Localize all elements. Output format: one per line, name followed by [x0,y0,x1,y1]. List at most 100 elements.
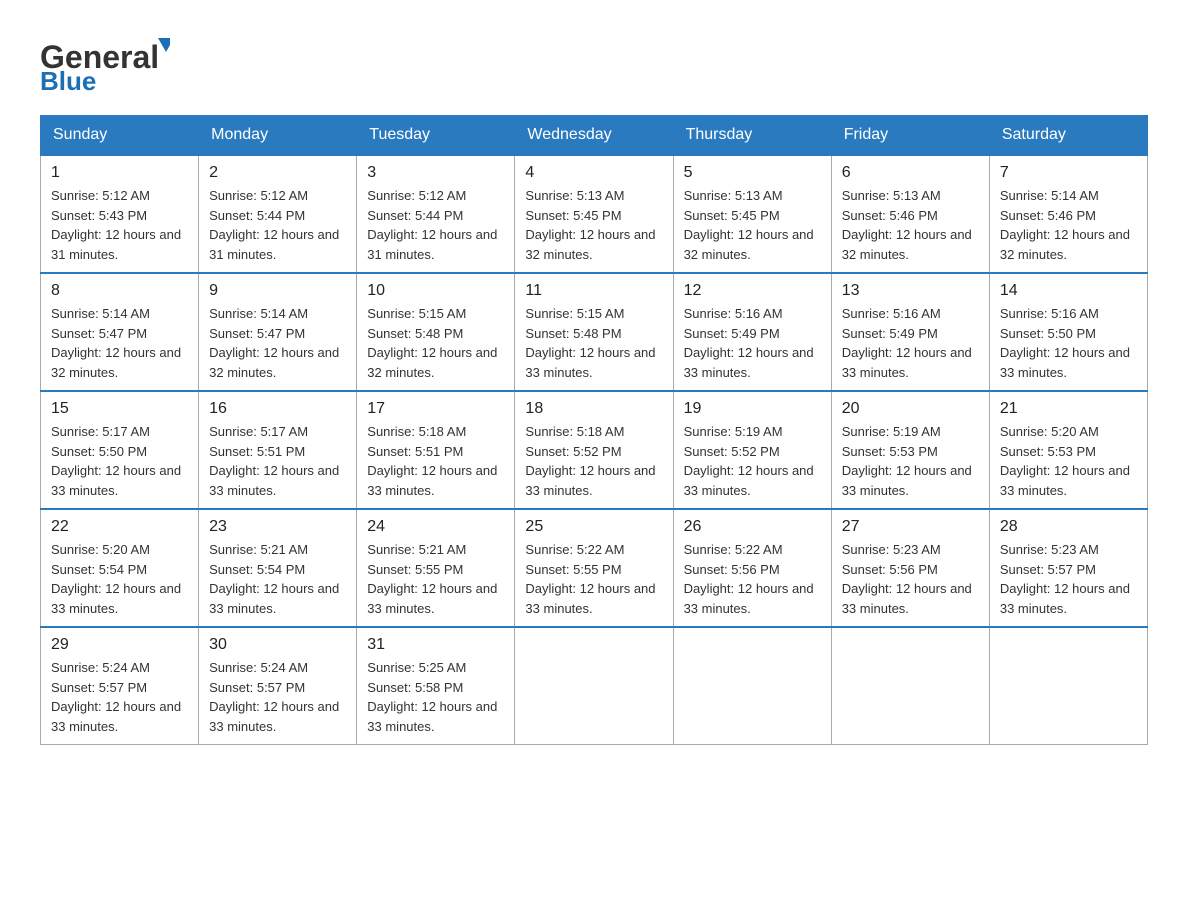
day-number: 9 [209,282,346,300]
logo-svg: General Blue [40,30,170,95]
calendar-day-cell: 17 Sunrise: 5:18 AM Sunset: 5:51 PM Dayl… [357,391,515,509]
day-of-week-friday: Friday [831,116,989,156]
day-number: 4 [525,164,662,182]
calendar-day-cell: 23 Sunrise: 5:21 AM Sunset: 5:54 PM Dayl… [199,509,357,627]
calendar-day-cell [515,627,673,745]
day-info: Sunrise: 5:16 AM Sunset: 5:50 PM Dayligh… [1000,304,1137,382]
day-info: Sunrise: 5:17 AM Sunset: 5:51 PM Dayligh… [209,422,346,500]
calendar-week-row: 29 Sunrise: 5:24 AM Sunset: 5:57 PM Dayl… [41,627,1148,745]
day-number: 28 [1000,518,1137,536]
day-info: Sunrise: 5:24 AM Sunset: 5:57 PM Dayligh… [209,658,346,736]
day-info: Sunrise: 5:20 AM Sunset: 5:54 PM Dayligh… [51,540,188,618]
day-number: 7 [1000,164,1137,182]
calendar-day-cell: 10 Sunrise: 5:15 AM Sunset: 5:48 PM Dayl… [357,273,515,391]
day-number: 10 [367,282,504,300]
calendar-day-cell: 1 Sunrise: 5:12 AM Sunset: 5:43 PM Dayli… [41,155,199,273]
day-number: 6 [842,164,979,182]
calendar-day-cell: 4 Sunrise: 5:13 AM Sunset: 5:45 PM Dayli… [515,155,673,273]
day-info: Sunrise: 5:23 AM Sunset: 5:56 PM Dayligh… [842,540,979,618]
day-info: Sunrise: 5:22 AM Sunset: 5:55 PM Dayligh… [525,540,662,618]
day-info: Sunrise: 5:13 AM Sunset: 5:45 PM Dayligh… [684,186,821,264]
calendar-week-row: 1 Sunrise: 5:12 AM Sunset: 5:43 PM Dayli… [41,155,1148,273]
day-info: Sunrise: 5:12 AM Sunset: 5:44 PM Dayligh… [367,186,504,264]
day-info: Sunrise: 5:14 AM Sunset: 5:46 PM Dayligh… [1000,186,1137,264]
calendar-day-cell: 31 Sunrise: 5:25 AM Sunset: 5:58 PM Dayl… [357,627,515,745]
day-info: Sunrise: 5:21 AM Sunset: 5:55 PM Dayligh… [367,540,504,618]
day-number: 14 [1000,282,1137,300]
day-info: Sunrise: 5:16 AM Sunset: 5:49 PM Dayligh… [684,304,821,382]
day-of-week-saturday: Saturday [989,116,1147,156]
svg-text:Blue: Blue [40,66,96,95]
day-number: 29 [51,636,188,654]
day-info: Sunrise: 5:15 AM Sunset: 5:48 PM Dayligh… [367,304,504,382]
day-info: Sunrise: 5:15 AM Sunset: 5:48 PM Dayligh… [525,304,662,382]
calendar-day-cell: 3 Sunrise: 5:12 AM Sunset: 5:44 PM Dayli… [357,155,515,273]
day-info: Sunrise: 5:19 AM Sunset: 5:53 PM Dayligh… [842,422,979,500]
day-number: 11 [525,282,662,300]
calendar-day-cell: 28 Sunrise: 5:23 AM Sunset: 5:57 PM Dayl… [989,509,1147,627]
day-number: 27 [842,518,979,536]
day-number: 17 [367,400,504,418]
day-info: Sunrise: 5:21 AM Sunset: 5:54 PM Dayligh… [209,540,346,618]
day-number: 31 [367,636,504,654]
calendar-day-cell: 25 Sunrise: 5:22 AM Sunset: 5:55 PM Dayl… [515,509,673,627]
calendar-day-cell: 8 Sunrise: 5:14 AM Sunset: 5:47 PM Dayli… [41,273,199,391]
day-of-week-thursday: Thursday [673,116,831,156]
day-number: 5 [684,164,821,182]
calendar-table: SundayMondayTuesdayWednesdayThursdayFrid… [40,115,1148,745]
day-info: Sunrise: 5:20 AM Sunset: 5:53 PM Dayligh… [1000,422,1137,500]
day-number: 26 [684,518,821,536]
calendar-day-cell: 12 Sunrise: 5:16 AM Sunset: 5:49 PM Dayl… [673,273,831,391]
calendar-header-row: SundayMondayTuesdayWednesdayThursdayFrid… [41,116,1148,156]
calendar-day-cell: 18 Sunrise: 5:18 AM Sunset: 5:52 PM Dayl… [515,391,673,509]
calendar-day-cell: 24 Sunrise: 5:21 AM Sunset: 5:55 PM Dayl… [357,509,515,627]
day-info: Sunrise: 5:17 AM Sunset: 5:50 PM Dayligh… [51,422,188,500]
day-info: Sunrise: 5:18 AM Sunset: 5:51 PM Dayligh… [367,422,504,500]
logo: General Blue [40,30,170,95]
day-info: Sunrise: 5:25 AM Sunset: 5:58 PM Dayligh… [367,658,504,736]
calendar-week-row: 15 Sunrise: 5:17 AM Sunset: 5:50 PM Dayl… [41,391,1148,509]
day-info: Sunrise: 5:18 AM Sunset: 5:52 PM Dayligh… [525,422,662,500]
calendar-day-cell: 30 Sunrise: 5:24 AM Sunset: 5:57 PM Dayl… [199,627,357,745]
calendar-day-cell: 16 Sunrise: 5:17 AM Sunset: 5:51 PM Dayl… [199,391,357,509]
day-of-week-monday: Monday [199,116,357,156]
day-number: 25 [525,518,662,536]
calendar-day-cell: 29 Sunrise: 5:24 AM Sunset: 5:57 PM Dayl… [41,627,199,745]
calendar-day-cell: 13 Sunrise: 5:16 AM Sunset: 5:49 PM Dayl… [831,273,989,391]
day-number: 19 [684,400,821,418]
day-info: Sunrise: 5:14 AM Sunset: 5:47 PM Dayligh… [209,304,346,382]
day-of-week-wednesday: Wednesday [515,116,673,156]
page-header: General Blue [40,30,1148,95]
calendar-day-cell: 15 Sunrise: 5:17 AM Sunset: 5:50 PM Dayl… [41,391,199,509]
day-number: 21 [1000,400,1137,418]
calendar-day-cell: 5 Sunrise: 5:13 AM Sunset: 5:45 PM Dayli… [673,155,831,273]
day-number: 23 [209,518,346,536]
calendar-day-cell: 19 Sunrise: 5:19 AM Sunset: 5:52 PM Dayl… [673,391,831,509]
day-number: 3 [367,164,504,182]
calendar-day-cell: 9 Sunrise: 5:14 AM Sunset: 5:47 PM Dayli… [199,273,357,391]
calendar-day-cell: 21 Sunrise: 5:20 AM Sunset: 5:53 PM Dayl… [989,391,1147,509]
calendar-day-cell: 27 Sunrise: 5:23 AM Sunset: 5:56 PM Dayl… [831,509,989,627]
calendar-day-cell [673,627,831,745]
calendar-day-cell [989,627,1147,745]
day-number: 8 [51,282,188,300]
day-info: Sunrise: 5:19 AM Sunset: 5:52 PM Dayligh… [684,422,821,500]
day-info: Sunrise: 5:13 AM Sunset: 5:46 PM Dayligh… [842,186,979,264]
calendar-day-cell [831,627,989,745]
day-info: Sunrise: 5:22 AM Sunset: 5:56 PM Dayligh… [684,540,821,618]
day-number: 20 [842,400,979,418]
day-info: Sunrise: 5:24 AM Sunset: 5:57 PM Dayligh… [51,658,188,736]
calendar-day-cell: 7 Sunrise: 5:14 AM Sunset: 5:46 PM Dayli… [989,155,1147,273]
day-info: Sunrise: 5:12 AM Sunset: 5:44 PM Dayligh… [209,186,346,264]
day-info: Sunrise: 5:12 AM Sunset: 5:43 PM Dayligh… [51,186,188,264]
day-info: Sunrise: 5:13 AM Sunset: 5:45 PM Dayligh… [525,186,662,264]
day-info: Sunrise: 5:14 AM Sunset: 5:47 PM Dayligh… [51,304,188,382]
day-number: 2 [209,164,346,182]
day-number: 12 [684,282,821,300]
day-number: 18 [525,400,662,418]
day-number: 15 [51,400,188,418]
day-number: 16 [209,400,346,418]
day-number: 22 [51,518,188,536]
day-info: Sunrise: 5:16 AM Sunset: 5:49 PM Dayligh… [842,304,979,382]
day-of-week-tuesday: Tuesday [357,116,515,156]
